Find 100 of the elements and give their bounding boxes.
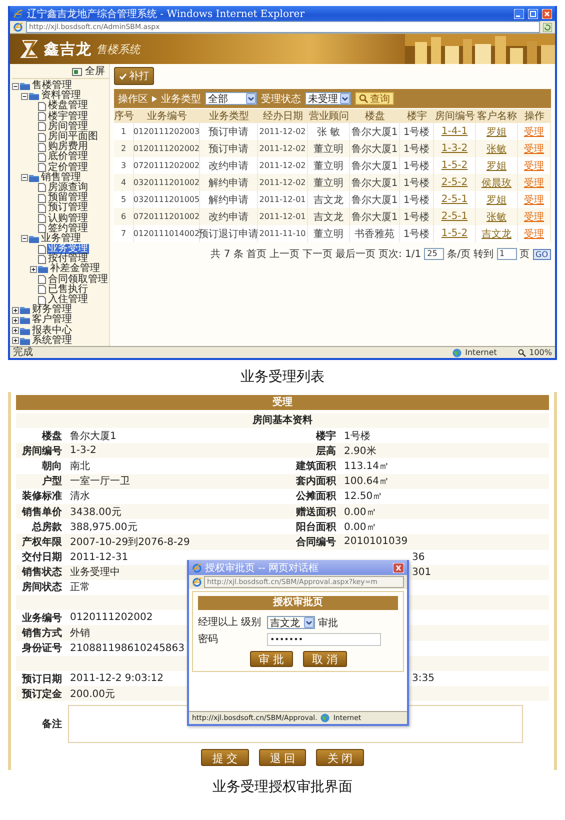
table-cell: 0720111202002 [133,161,200,170]
pager-link[interactable]: 首页 [246,247,266,261]
field-value: 3438.00元 [69,506,122,519]
tree-item[interactable]: 房源查询 [47,182,89,193]
window-title: 辽宁鑫吉龙地产综合管理系统 - Windows Internet Explorer [27,8,306,20]
search-button[interactable]: 查询 [355,92,394,105]
close-icon[interactable] [542,8,552,18]
password-field[interactable]: ••••••• [267,633,381,646]
field-value: 113.14㎡ [343,460,389,473]
field-label: 合同编号 [295,536,337,549]
expand-icon[interactable] [12,327,19,334]
form-button[interactable]: 退 回 [258,749,306,766]
table-cell-text: 1号楼 [403,160,430,172]
tree-item[interactable]: 楼宇管理 [47,112,89,122]
table-cell-text: 董立明 [314,160,344,172]
expand-icon[interactable] [12,306,19,314]
zoom-level[interactable]: 100% [529,348,552,357]
column-header: 客户名称 [476,109,518,123]
expand-icon[interactable] [12,337,19,344]
toolbar-label: 操作区 [118,92,148,106]
expand-icon[interactable] [30,266,37,273]
approver-select[interactable]: 吉文龙 [267,616,315,629]
tree-item[interactable]: 底价管理 [47,152,89,162]
tree-item[interactable]: 业务受理 [47,244,89,254]
row-number: 1 [120,127,126,136]
figure-caption: 业务受理授权审批界面 [212,779,352,796]
reprint-button[interactable]: 补打 [114,67,154,85]
tree-item[interactable]: 业务管理 [40,234,82,244]
folder-icon [38,265,48,274]
field-value: 鲁尔大厦1 [69,430,116,443]
field-label: 户型 [41,474,63,488]
form-button[interactable]: 关 闭 [316,749,364,766]
tree-item[interactable]: 系统管理 [31,336,73,346]
figure-caption: 业务受理列表 [240,369,324,385]
page-number-field[interactable]: 1 [496,248,516,260]
table-cell: 0120111202002 [133,144,200,153]
collapse-icon[interactable] [21,92,28,100]
row-number: 7 [120,229,126,238]
dialog-button[interactable]: 取 消 [303,651,346,667]
refresh-icon[interactable] [543,22,552,32]
folder-icon [20,82,30,90]
table-cell: 0320111201002 [133,178,200,187]
collapse-icon[interactable] [21,235,28,242]
pager-link[interactable]: 下一页 [302,247,332,261]
field-value: 清水 [69,490,90,504]
search-icon [359,94,368,103]
field-value: 388,975.00元 [69,520,138,534]
tree-item[interactable]: 认购管理 [47,214,89,224]
go-button[interactable]: GO [532,248,551,260]
tree-item[interactable]: 入住管理 [47,295,89,306]
field-label: 装修标准 [21,490,63,504]
field-label: 阳台面积 [295,520,338,534]
pager-link[interactable]: 最后一页 [335,247,376,261]
page-size-field[interactable]: 25 [424,248,444,260]
brand-name: 鑫吉龙 [44,40,92,58]
table-cell: 0320111201005 [133,195,200,204]
minimize-icon[interactable] [514,8,524,18]
table-cell: 2011-12-02 [259,144,306,153]
column-header: 楼盘 [350,109,400,123]
field-label: 销售单价 [20,506,63,519]
table-cell-text: 1号楼 [403,210,430,224]
form-button[interactable]: 提 交 [201,749,249,766]
tree-item[interactable]: 预订管理 [47,203,89,214]
tree-item[interactable]: 销售管理 [40,172,82,183]
logo-icon [18,39,40,59]
field-label: 备注 [41,717,63,732]
table-cell-text: 鲁尔大厦1 [351,176,398,190]
expand-icon[interactable] [12,316,19,324]
close-icon[interactable] [393,562,404,572]
column-header: 房间编号 [434,109,476,123]
table-cell: 2011-12-02 [259,178,306,187]
tree-item[interactable]: 已售执行 [47,284,89,295]
check-icon [119,72,127,80]
dialog-title: 授权审批页 -- 网页对话框 [205,562,320,574]
field-value: 301 [412,566,432,578]
tree-item[interactable]: 签约管理 [47,224,89,234]
magnifier-icon [518,348,526,356]
pager-link[interactable]: 上一页 [269,247,300,261]
tree-item[interactable]: 补差金管理 [49,264,101,274]
tree-item[interactable]: 报表中心 [31,326,73,336]
maximize-icon[interactable] [528,8,538,18]
collapse-icon[interactable] [21,174,28,182]
collapse-icon[interactable] [12,82,19,90]
tree-item[interactable]: 楼盘管理 [47,101,89,112]
tree-item[interactable]: 定价管理 [47,162,89,173]
status-select[interactable]: 未受理 [305,92,351,105]
tree-item[interactable]: 预留管理 [47,193,89,204]
row-number: 5 [120,195,126,204]
tree-item[interactable]: 客户管理 [31,315,73,326]
table-cell: 2011-12-01 [259,212,306,221]
field-value: 3:35 [412,673,434,684]
dialog-button[interactable]: 审 批 [250,651,293,667]
tree-item[interactable]: 房间管理 [47,122,89,132]
field-value: 0.00㎡ [343,520,376,534]
type-select[interactable]: 全部 [205,92,257,105]
fullscreen-link[interactable]: 全屏 [84,67,106,77]
filter-label: 业务类型 [161,92,201,106]
tree-item[interactable]: 合同领取管理 [47,274,109,285]
table-cell-text: 吉文龙 [314,210,344,224]
column-header: 楼宇 [400,109,434,123]
